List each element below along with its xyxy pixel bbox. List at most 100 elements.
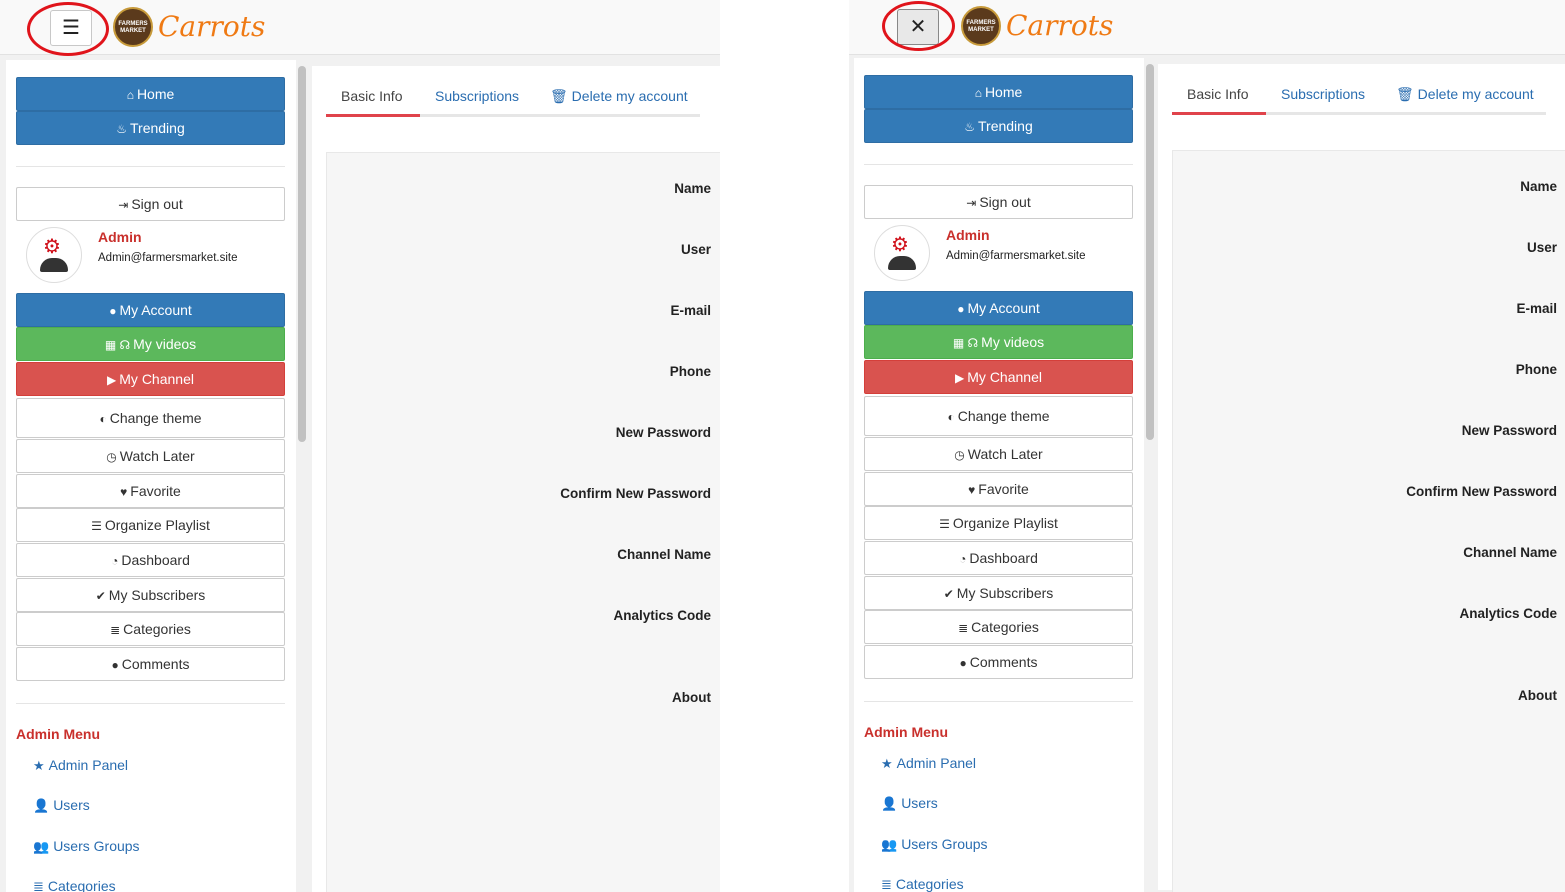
my-videos-button[interactable]: ▦ ☊ My videos	[16, 327, 285, 361]
active-tab-indicator	[326, 114, 420, 117]
nav-trending-button[interactable]: ♨ Trending	[16, 111, 285, 145]
film-headphones-icon: ▦ ☊	[952, 336, 979, 350]
user-name[interactable]: Admin	[98, 229, 142, 245]
users-link[interactable]: 👤 Users	[33, 797, 90, 814]
email-label: E-mail	[670, 303, 711, 318]
my-subscribers-button[interactable]: ✔ My Subscribers	[16, 578, 285, 612]
tab-subscriptions[interactable]: Subscriptions	[435, 88, 519, 104]
film-headphones-icon: ▦ ☊	[104, 338, 131, 352]
tab-basic-info[interactable]: Basic Info	[341, 88, 402, 104]
change-theme-button[interactable]: ◐ Change theme	[16, 398, 285, 438]
watch-later-button[interactable]: ◷ Watch Later	[16, 439, 285, 473]
about-label: About	[1518, 688, 1557, 703]
comments-button[interactable]: ● Comments	[16, 647, 285, 681]
adjust-icon: ◐	[99, 412, 107, 426]
divider	[16, 166, 285, 167]
users-icon: 👥	[881, 837, 898, 852]
basic-info-form: Name User E-mail Phone New Password Conf…	[1172, 150, 1565, 892]
person-icon	[888, 256, 916, 270]
new-password-label: New Password	[1461, 423, 1557, 438]
my-subscribers-button[interactable]: ✔ My Subscribers	[864, 576, 1133, 610]
phone-label: Phone	[669, 364, 711, 379]
favorite-button[interactable]: ♥ Favorite	[864, 472, 1133, 506]
organize-playlist-button[interactable]: ☰ Organize Playlist	[864, 506, 1133, 540]
sidebar-scrollbar[interactable]	[1146, 64, 1154, 440]
avatar[interactable]: ⚙	[26, 227, 82, 283]
heart-icon: ♥	[120, 485, 128, 499]
users-groups-link[interactable]: 👥 Users Groups	[881, 836, 988, 853]
user-name[interactable]: Admin	[946, 227, 990, 243]
user-email: Admin@farmersmarket.site	[946, 250, 1086, 262]
list-alt-icon: ≣	[881, 877, 892, 892]
brand-name[interactable]: Carrots	[1006, 9, 1113, 42]
brand-logo[interactable]: FARMERS MARKET	[113, 7, 153, 47]
admin-menu-title: Admin Menu	[16, 726, 100, 742]
check-icon: ✔	[943, 587, 954, 601]
channel-name-label: Channel Name	[617, 547, 711, 562]
nav-home-button[interactable]: ⌂ Home	[864, 75, 1133, 109]
list-alt-icon: ≣	[110, 623, 121, 637]
watch-later-button[interactable]: ◷ Watch Later	[864, 437, 1133, 471]
nav-home-button[interactable]: ⌂ Home	[16, 77, 285, 111]
admin-categories-link[interactable]: ≣ Categories	[881, 876, 964, 892]
dashboard-button[interactable]: ◔ Dashboard	[864, 541, 1133, 575]
brand-name[interactable]: Carrots	[158, 10, 265, 43]
admin-categories-link[interactable]: ≣ Categories	[33, 878, 116, 892]
main-content: Basic Info Subscriptions 🗑 Delete my acc…	[312, 66, 720, 892]
analytics-code-label: Analytics Code	[1459, 606, 1557, 621]
channel-name-label: Channel Name	[1463, 545, 1557, 560]
tab-delete-account[interactable]: 🗑 Delete my account	[1396, 86, 1534, 103]
comments-button[interactable]: ● Comments	[864, 645, 1133, 679]
home-icon: ⌂	[974, 86, 982, 100]
email-label: E-mail	[1516, 301, 1557, 316]
users-groups-link[interactable]: 👥 Users Groups	[33, 838, 140, 855]
admin-panel-link[interactable]: ★ Admin Panel	[881, 755, 976, 772]
admin-panel-link[interactable]: ★ Admin Panel	[33, 757, 128, 774]
tab-bar: Basic Info Subscriptions 🗑 Delete my acc…	[326, 82, 700, 117]
user-circle-icon: ●	[109, 304, 117, 318]
favorite-button[interactable]: ♥ Favorite	[16, 474, 285, 508]
my-account-button[interactable]: ● My Account	[864, 291, 1133, 325]
change-theme-button[interactable]: ◐ Change theme	[864, 396, 1133, 436]
list-icon: ☰	[91, 519, 102, 533]
confirm-password-label: Confirm New Password	[1406, 484, 1557, 499]
divider	[16, 703, 285, 704]
my-videos-button[interactable]: ▦ ☊ My videos	[864, 325, 1133, 359]
brand-logo[interactable]: FARMERS MARKET	[961, 6, 1001, 46]
top-navbar: ✕ FARMERS MARKET Carrots	[849, 0, 1565, 55]
tab-subscriptions[interactable]: Subscriptions	[1281, 86, 1365, 102]
dashboard-button[interactable]: ◔ Dashboard	[16, 543, 285, 577]
user-label: User	[1526, 240, 1557, 255]
list-alt-icon: ≣	[958, 621, 969, 635]
my-channel-button[interactable]: ▶ My Channel	[16, 362, 285, 396]
analytics-code-label: Analytics Code	[613, 608, 711, 623]
categories-button[interactable]: ≣ Categories	[16, 612, 285, 646]
organize-playlist-button[interactable]: ☰ Organize Playlist	[16, 508, 285, 542]
highlight-circle	[27, 2, 109, 56]
name-label: Name	[1520, 179, 1557, 194]
sidebar-scrollbar[interactable]	[298, 66, 306, 442]
users-link[interactable]: 👤 Users	[881, 795, 938, 812]
user-label: User	[680, 242, 711, 257]
divider	[864, 164, 1133, 165]
tab-delete-account[interactable]: 🗑 Delete my account	[550, 88, 688, 105]
user-icon: 👤	[881, 796, 898, 811]
my-account-button[interactable]: ● My Account	[16, 293, 285, 327]
signout-icon: ⇥	[118, 198, 129, 212]
my-channel-button[interactable]: ▶ My Channel	[864, 360, 1133, 394]
confirm-password-label: Confirm New Password	[560, 486, 711, 501]
sidebar: ⌂ Home ♨ Trending ⇥ Sign out ⚙ Admin Admin@…	[6, 60, 296, 892]
clock-icon: ◷	[954, 448, 965, 462]
categories-button[interactable]: ≣ Categories	[864, 610, 1133, 644]
signout-button[interactable]: ⇥ Sign out	[864, 185, 1133, 219]
signout-button[interactable]: ⇥ Sign out	[16, 187, 285, 221]
divider	[864, 701, 1133, 702]
tab-basic-info[interactable]: Basic Info	[1187, 86, 1248, 102]
gear-icon: ⚙	[891, 234, 909, 256]
tab-bar: Basic Info Subscriptions 🗑 Delete my acc…	[1172, 80, 1546, 115]
admin-menu-title: Admin Menu	[864, 724, 948, 740]
play-circle-icon: ▶	[107, 373, 117, 387]
nav-trending-button[interactable]: ♨ Trending	[864, 109, 1133, 143]
avatar[interactable]: ⚙	[874, 225, 930, 281]
dashboard-icon: ◔	[111, 554, 119, 568]
